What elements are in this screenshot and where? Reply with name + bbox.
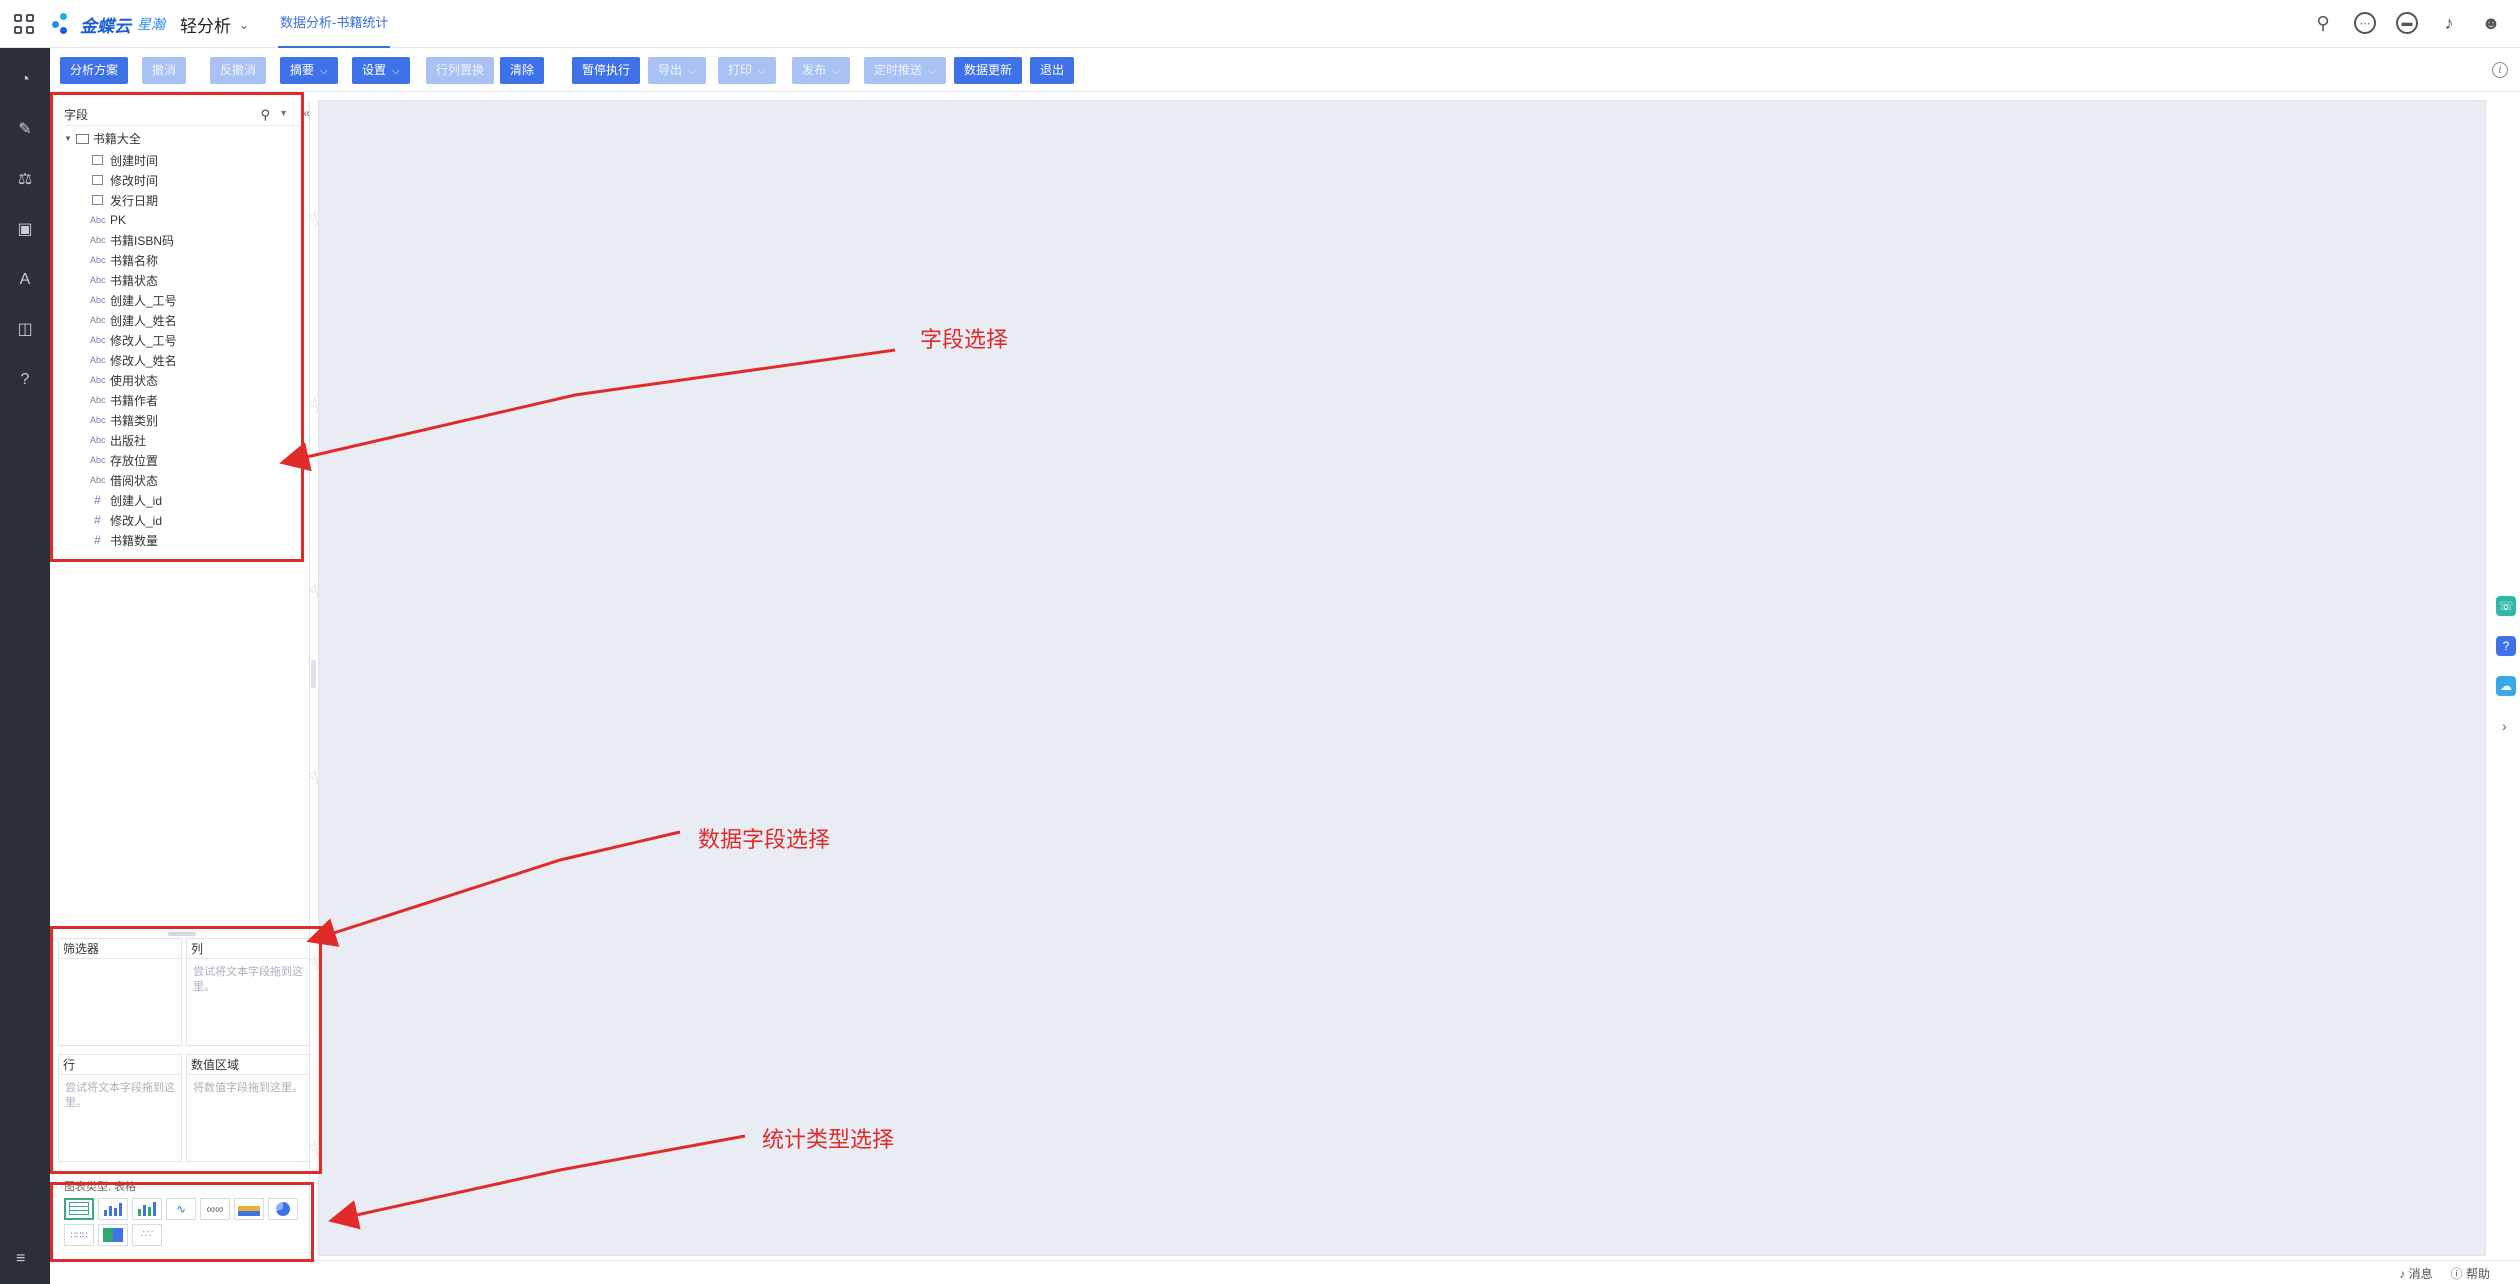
brand-logo: 金蝶云 星瀚 xyxy=(52,10,165,38)
toolbar-button-label: 反撤消 xyxy=(220,63,257,77)
chevron-down-icon: ⌵ xyxy=(758,66,766,77)
toolbar-button-6[interactable]: 清除 xyxy=(500,57,545,84)
briefcase-icon[interactable]: ◫ xyxy=(15,320,35,340)
app-store-icon[interactable]: ▬ xyxy=(2396,12,2418,34)
chart-type-select-highlight xyxy=(50,1182,314,1262)
help-icon[interactable]: ? xyxy=(2496,636,2516,656)
search-icon[interactable]: ⚲ xyxy=(2312,12,2334,34)
top-header: 金蝶云 星瀚 轻分析 ⌄ 数据分析-书籍统计 ⚲ ⋯ ▬ ♪ ☻ xyxy=(0,0,2520,48)
toolbar-button-label: 摘要 xyxy=(290,63,315,77)
header-actions: ⚲ ⋯ ▬ ♪ ☻ xyxy=(2312,12,2502,34)
toolbar-button-2[interactable]: 反撤消 xyxy=(210,57,267,84)
app-launcher-icon[interactable] xyxy=(14,14,34,34)
chevron-down-icon: ⌵ xyxy=(832,66,840,77)
image-icon[interactable]: ▣ xyxy=(15,220,35,240)
status-bar: ♪ 消息 ⓘ 帮助 xyxy=(50,1260,2520,1284)
toolbar-button-13[interactable]: 退出 xyxy=(1030,57,1075,84)
module-label: 轻分析 xyxy=(180,17,231,36)
toolbar-button-0[interactable]: 分析方案 xyxy=(60,57,129,84)
support-icon[interactable]: ☏ xyxy=(2496,596,2516,616)
toolbar-button-label: 发布 xyxy=(802,63,827,77)
messages-link[interactable]: ♪ 消息 xyxy=(2399,1265,2432,1282)
expand-menu-icon[interactable]: ≡ xyxy=(16,1250,25,1268)
chevron-down-icon: ⌵ xyxy=(320,66,328,77)
tab-analysis[interactable]: 数据分析-书籍统计 xyxy=(278,0,391,48)
chevron-down-icon: ⌵ xyxy=(928,66,936,77)
cloud-icon[interactable]: ☁ xyxy=(2496,676,2516,696)
bell-icon[interactable]: ♪ xyxy=(2438,12,2460,34)
toolbar-button-label: 撤消 xyxy=(152,63,177,77)
logo-text: 金蝶云 xyxy=(80,16,131,36)
collapse-panel-icon[interactable]: « xyxy=(303,106,310,120)
chart-type-select-annotation: 统计类型选择 xyxy=(762,1128,895,1153)
chevron-down-icon: ⌵ xyxy=(688,66,696,77)
toolbar-button-label: 分析方案 xyxy=(70,63,119,77)
toolbar-button-label: 行列置换 xyxy=(436,63,485,77)
logo-mark-icon xyxy=(52,13,74,35)
toolbar-button-label: 定时推送 xyxy=(874,63,923,77)
toolbar-button-label: 退出 xyxy=(1040,63,1065,77)
panel-resize-handle[interactable] xyxy=(311,660,316,688)
left-nav-rail: ◔ ✎ ⚖ ▣ A ◫ ? ≡ xyxy=(0,48,50,1284)
toolbar-button-4[interactable]: 设置 ⌵ xyxy=(352,57,410,84)
toolbar-button-9[interactable]: 打印 ⌵ xyxy=(718,57,776,84)
data-field-select-annotation: 数据字段选择 xyxy=(698,828,831,853)
chevron-down-icon: ⌵ xyxy=(392,66,400,77)
bell-icon: ♪ xyxy=(2399,1267,2406,1281)
chevron-down-icon: ⌄ xyxy=(239,17,250,32)
toolbar-button-label: 数据更新 xyxy=(964,63,1013,77)
logo-subtext: 星瀚 xyxy=(137,16,165,32)
toolbar-button-label: 导出 xyxy=(658,63,683,77)
field-select-highlight xyxy=(50,92,304,562)
toolbar-button-7[interactable]: 暂停执行 xyxy=(572,57,641,84)
module-switcher[interactable]: 轻分析 ⌄ xyxy=(180,12,249,37)
field-select-annotation: 字段选择 xyxy=(920,328,1009,353)
toolbar-button-label: 打印 xyxy=(728,63,753,77)
user-avatar-icon[interactable]: ☻ xyxy=(2480,12,2502,34)
toolbar-button-8[interactable]: 导出 ⌵ xyxy=(648,57,706,84)
help-link[interactable]: ⓘ 帮助 xyxy=(2451,1265,2490,1282)
toolbar-button-5[interactable]: 行列置换 xyxy=(426,57,495,84)
report-icon[interactable]: ✎ xyxy=(15,120,35,140)
toolbar-button-label: 暂停执行 xyxy=(582,63,631,77)
dashboard-icon[interactable]: ◔ xyxy=(15,70,35,90)
toolbar-button-12[interactable]: 数据更新 xyxy=(954,57,1023,84)
toolbar-button-label: 设置 xyxy=(362,63,387,77)
info-icon[interactable]: i xyxy=(2492,62,2508,78)
help-icon[interactable]: ? xyxy=(15,370,35,390)
toolbar-button-1[interactable]: 撤消 xyxy=(142,57,187,84)
font-icon[interactable]: A xyxy=(15,270,35,290)
analysis-canvas[interactable] xyxy=(318,100,2486,1256)
toolbar-button-3[interactable]: 摘要 ⌵ xyxy=(280,57,338,84)
database-settings-icon[interactable]: ⚖ xyxy=(15,170,35,190)
toolbar-button-10[interactable]: 发布 ⌵ xyxy=(792,57,850,84)
toolbar-button-label: 清除 xyxy=(510,63,535,77)
toolbar-button-11[interactable]: 定时推送 ⌵ xyxy=(864,57,946,84)
help-icon: ⓘ xyxy=(2450,1267,2463,1281)
status-items: ♪ 消息 ⓘ 帮助 xyxy=(2399,1265,2490,1282)
chevron-right-icon[interactable]: › xyxy=(2502,718,2507,734)
chat-icon[interactable]: ⋯ xyxy=(2354,12,2376,34)
toolbar: 分析方案 撤消 反撤消 摘要 ⌵ 设置 ⌵ 行列置换 清除 暂停执行 导出 ⌵ 打印 ⌵ 发布 ⌵ 定时推送 ⌵ 数… xyxy=(50,48,2520,92)
data-field-select-highlight xyxy=(50,926,322,1174)
